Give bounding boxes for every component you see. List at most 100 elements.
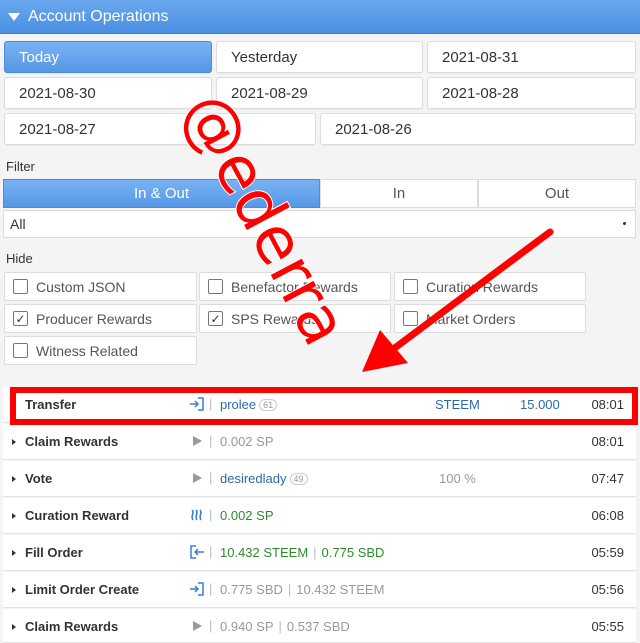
expand-arrow-icon[interactable]: [12, 513, 16, 519]
expand-arrow-icon[interactable]: [12, 587, 16, 593]
operation-type: Curation Reward: [25, 508, 130, 523]
checkbox-checked-icon: ✓: [208, 311, 223, 326]
checkbox-unchecked-icon: [13, 279, 28, 294]
fill-order-icon: [190, 545, 204, 559]
order-amount: 10.432 STEEM: [296, 582, 385, 597]
operation-time: 05:55: [591, 619, 624, 634]
divider: |: [209, 396, 213, 411]
filter-select[interactable]: All: [3, 210, 636, 238]
date-button[interactable]: 2021-08-26: [320, 113, 636, 145]
transfer-in-icon: [190, 397, 204, 411]
filter-select-value: All: [10, 216, 26, 232]
operation-row[interactable]: Fill Order | 10.432 STEEM | 0.775 SBD 05:5…: [3, 535, 636, 571]
divider: |: [209, 544, 213, 559]
tab-in-and-out[interactable]: In & Out: [3, 179, 320, 208]
checkbox-label: Producer Rewards: [36, 310, 152, 327]
date-button[interactable]: 2021-08-30: [4, 77, 212, 109]
filter-label: Filter: [6, 159, 35, 174]
tab-in[interactable]: In: [320, 179, 478, 208]
divider: |: [209, 618, 213, 633]
hide-sps-rewards-checkbox[interactable]: ✓ SPS Rewards: [199, 304, 391, 333]
section-title: Account Operations: [28, 7, 169, 25]
operation-type: Claim Rewards: [25, 434, 119, 449]
hide-custom-json-checkbox[interactable]: Custom JSON: [4, 272, 197, 301]
operation-type: Limit Order Create: [25, 582, 140, 597]
checkbox-label: Market Orders: [426, 310, 516, 327]
account-link[interactable]: prolee: [220, 397, 256, 412]
asset-symbol: STEEM: [435, 397, 480, 412]
operation-detail: 10.432 STEEM | 0.775 SBD: [220, 545, 384, 560]
date-button[interactable]: 2021-08-27: [4, 113, 316, 145]
hide-label: Hide: [6, 251, 33, 266]
checkbox-label: Custom JSON: [36, 278, 126, 295]
play-icon: [193, 473, 202, 483]
operation-type: Transfer: [25, 397, 77, 412]
date-yesterday-button[interactable]: Yesterday: [216, 41, 423, 73]
hide-benefactor-rewards-checkbox[interactable]: Benefactor Rewards: [199, 272, 391, 301]
order-amount: 0.775 SBD: [220, 582, 283, 597]
dropdown-arrow-icon: [623, 222, 626, 225]
checkbox-checked-icon: ✓: [13, 311, 28, 326]
checkbox-unchecked-icon: [13, 343, 28, 358]
operation-detail: 0.002 SP: [220, 508, 274, 523]
operation-row[interactable]: Vote | desiredlady 49 100 % 07:47: [3, 461, 636, 497]
date-button[interactable]: 2021-08-29: [216, 77, 423, 109]
operation-type: Claim Rewards: [25, 619, 119, 634]
divider: |: [287, 582, 292, 597]
operation-time: 07:47: [591, 471, 624, 486]
hide-witness-related-checkbox[interactable]: Witness Related: [4, 336, 197, 365]
reputation-badge: 49: [289, 473, 308, 485]
hide-curation-rewards-checkbox[interactable]: Curation Rewards: [394, 272, 586, 301]
reputation-badge: 61: [259, 399, 278, 411]
operation-row[interactable]: Claim Rewards | 0.940 SP | 0.537 SBD 05:55: [3, 609, 636, 643]
tab-out[interactable]: Out: [478, 179, 636, 208]
expand-arrow-icon[interactable]: [12, 624, 16, 630]
expand-arrow-icon[interactable]: [12, 550, 16, 556]
reward-amount: 0.537 SBD: [286, 619, 350, 634]
checkbox-label: Witness Related: [36, 342, 138, 359]
steem-logo-icon: [191, 509, 202, 521]
hide-producer-rewards-checkbox[interactable]: ✓ Producer Rewards: [4, 304, 197, 333]
expand-arrow-icon[interactable]: [12, 439, 16, 445]
operation-time: 08:01: [591, 434, 624, 449]
caret-down-icon: [8, 12, 20, 21]
annotation-arrowhead: [362, 330, 408, 372]
divider: |: [209, 433, 213, 448]
checkbox-unchecked-icon: [208, 279, 223, 294]
account-link[interactable]: desiredlady: [220, 471, 287, 486]
divider: |: [209, 507, 213, 522]
operation-time: 05:59: [591, 545, 624, 560]
operation-row[interactable]: Transfer | prolee 61 STEEM 15.000 08:01: [3, 387, 636, 423]
operation-detail: 0.775 SBD | 10.432 STEEM: [220, 582, 384, 597]
operation-row[interactable]: Limit Order Create | 0.775 SBD | 10.432 ST…: [3, 572, 636, 608]
date-button[interactable]: 2021-08-31: [427, 41, 636, 73]
divider: |: [209, 581, 213, 596]
operation-row[interactable]: Claim Rewards | 0.002 SP 08:01: [3, 424, 636, 460]
vote-weight: 100 %: [439, 471, 476, 486]
order-amount: 10.432 STEEM: [220, 545, 309, 560]
expand-arrow-icon[interactable]: [12, 476, 16, 482]
checkbox-label: Benefactor Rewards: [231, 278, 358, 295]
date-today-button[interactable]: Today: [4, 41, 212, 73]
operation-type: Fill Order: [25, 545, 83, 560]
order-amount: 0.775 SBD: [321, 545, 385, 560]
operation-row[interactable]: Curation Reward | 0.002 SP 06:08: [3, 498, 636, 534]
operation-type: Vote: [25, 471, 53, 486]
section-header[interactable]: Account Operations: [0, 0, 640, 34]
checkbox-label: SPS Rewards: [231, 310, 319, 327]
operation-time: 08:01: [591, 397, 624, 412]
hide-market-orders-checkbox[interactable]: Market Orders: [394, 304, 586, 333]
play-icon: [193, 621, 202, 631]
checkbox-unchecked-icon: [403, 279, 418, 294]
divider: |: [209, 470, 213, 485]
divider: |: [278, 619, 282, 634]
date-button[interactable]: 2021-08-28: [427, 77, 636, 109]
operation-time: 05:56: [591, 582, 624, 597]
operation-time: 06:08: [591, 508, 624, 523]
checkbox-label: Curation Rewards: [426, 278, 539, 295]
transfer-amount: 15.000: [520, 397, 560, 412]
checkbox-unchecked-icon: [403, 311, 418, 326]
order-create-icon: [190, 582, 204, 596]
divider: |: [313, 545, 317, 560]
operation-detail: 0.940 SP | 0.537 SBD: [220, 619, 350, 634]
